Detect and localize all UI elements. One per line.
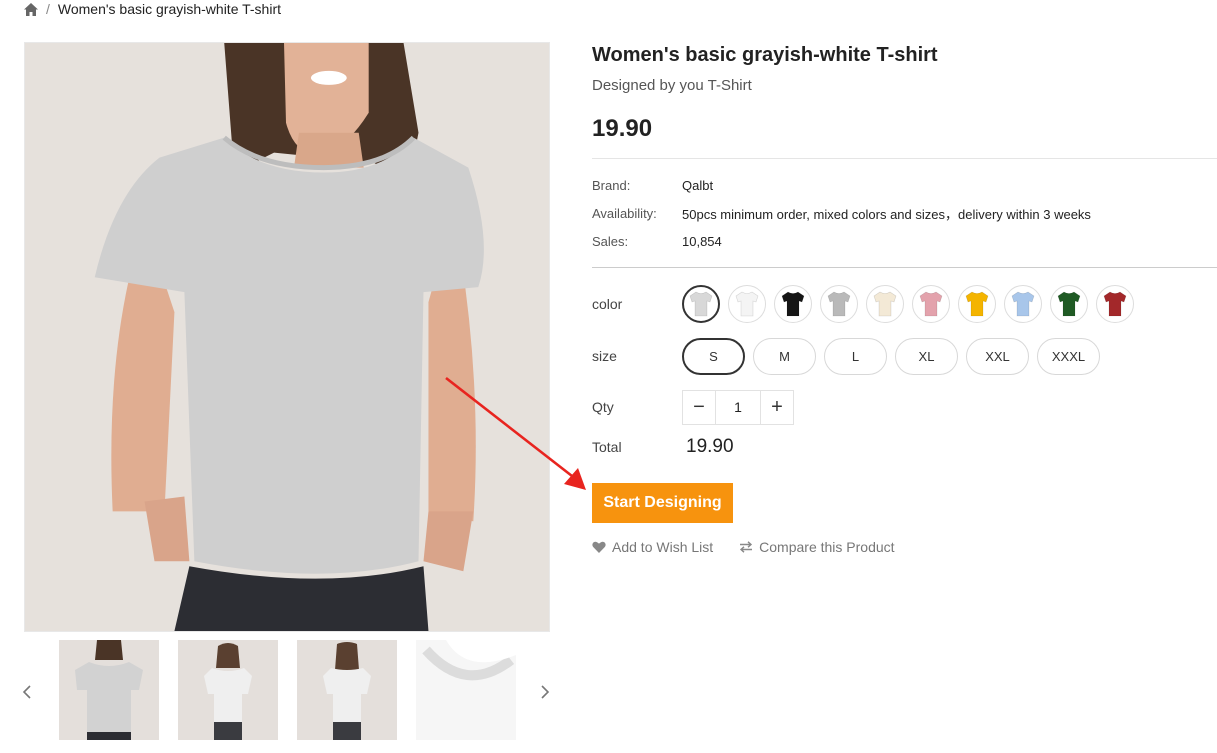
color-label: color [592, 296, 623, 312]
thumbnail-prev-button[interactable] [20, 680, 34, 704]
product-details: Women's basic grayish-white T-shirt Desi… [592, 42, 1217, 555]
total-label: Total [592, 439, 622, 455]
total-row: Total 19.90 [592, 433, 1217, 461]
breadcrumb-current: Women's basic grayish-white T-shirt [57, 1, 282, 17]
tshirt-icon [965, 291, 989, 317]
breadcrumb-separator: / [46, 1, 50, 17]
availability-value: 50pcs minimum order, mixed colors and si… [682, 206, 1091, 222]
tshirt-icon [1103, 291, 1127, 317]
product-price: 19.90 [592, 115, 653, 142]
color-swatch[interactable] [912, 285, 950, 323]
tshirt-icon [781, 291, 805, 317]
tshirt-icon [689, 291, 713, 317]
size-option-xxl[interactable]: XXL [966, 337, 1029, 375]
color-swatch[interactable] [958, 285, 996, 323]
divider [592, 158, 1217, 159]
qty-input[interactable] [715, 390, 761, 424]
size-label: size [592, 348, 617, 364]
wish-list-label: Add to Wish List [612, 539, 714, 555]
thumbnail-back[interactable] [297, 640, 397, 740]
availability-label: Availability: [592, 205, 657, 221]
home-icon[interactable] [24, 2, 38, 16]
size-option-l[interactable]: L [824, 337, 887, 375]
color-swatch[interactable] [1050, 285, 1088, 323]
thumbnail-front-full[interactable] [178, 640, 278, 740]
thumbnail-next-button[interactable] [538, 680, 552, 704]
divider [592, 267, 1217, 268]
qty-increase-button[interactable]: + [761, 390, 793, 424]
info-row-brand: Brand: Qalbt [592, 171, 1217, 199]
total-value: 19.90 [686, 436, 734, 457]
color-swatch[interactable] [682, 285, 720, 323]
sales-label: Sales: [592, 233, 629, 249]
size-options: size S M L XL XXL XXXL [592, 337, 1217, 375]
tshirt-icon [1011, 291, 1035, 317]
thumbnail-collar[interactable] [416, 640, 516, 740]
size-option-xxxl[interactable]: XXXL [1037, 337, 1100, 375]
color-swatch[interactable] [866, 285, 904, 323]
qty-label: Qty [592, 399, 614, 415]
quantity-row: Qty − + [592, 389, 1217, 425]
compare-product-link[interactable]: Compare this Product [739, 539, 895, 555]
main-product-image[interactable] [24, 42, 550, 632]
brand-value: Qalbt [682, 177, 714, 193]
qty-decrease-button[interactable]: − [683, 390, 715, 424]
size-option-s[interactable]: S [682, 337, 745, 375]
color-swatch[interactable] [1096, 285, 1134, 323]
product-subtitle: Designed by you T-Shirt [592, 77, 752, 94]
tshirt-icon [873, 291, 897, 317]
product-info: Brand: Qalbt Availability: 50pcs minimum… [592, 171, 1217, 255]
breadcrumb: / Women's basic grayish-white T-shirt [24, 0, 281, 18]
size-option-xl[interactable]: XL [895, 337, 958, 375]
color-swatch[interactable] [820, 285, 858, 323]
chevron-left-icon [22, 685, 31, 699]
tshirt-icon [735, 291, 759, 317]
product-title: Women's basic grayish-white T-shirt [592, 44, 938, 66]
compare-arrows-icon [740, 541, 753, 553]
heart-icon [592, 541, 606, 553]
tshirt-icon [827, 291, 851, 317]
compare-label: Compare this Product [759, 539, 895, 555]
brand-label: Brand: [592, 177, 631, 193]
quantity-stepper: − + [682, 389, 794, 425]
color-swatches [682, 285, 1142, 323]
info-row-sales: Sales: 10,854 [592, 227, 1217, 255]
tshirt-icon [919, 291, 943, 317]
thumbnail-front[interactable] [59, 640, 159, 740]
sales-value: 10,854 [682, 233, 722, 249]
secondary-actions: Add to Wish List Compare this Product [592, 539, 1217, 555]
tshirt-icon [1057, 291, 1081, 317]
color-swatch[interactable] [1004, 285, 1042, 323]
size-option-m[interactable]: M [753, 337, 816, 375]
color-swatch[interactable] [728, 285, 766, 323]
color-swatch[interactable] [774, 285, 812, 323]
size-buttons: S M L XL XXL XXXL [682, 337, 1108, 375]
info-row-availability: Availability: 50pcs minimum order, mixed… [592, 199, 1217, 227]
add-to-wish-list-link[interactable]: Add to Wish List [592, 539, 713, 555]
color-options: color [592, 284, 1217, 324]
chevron-right-icon [541, 685, 550, 699]
start-designing-button[interactable]: Start Designing [592, 483, 733, 523]
